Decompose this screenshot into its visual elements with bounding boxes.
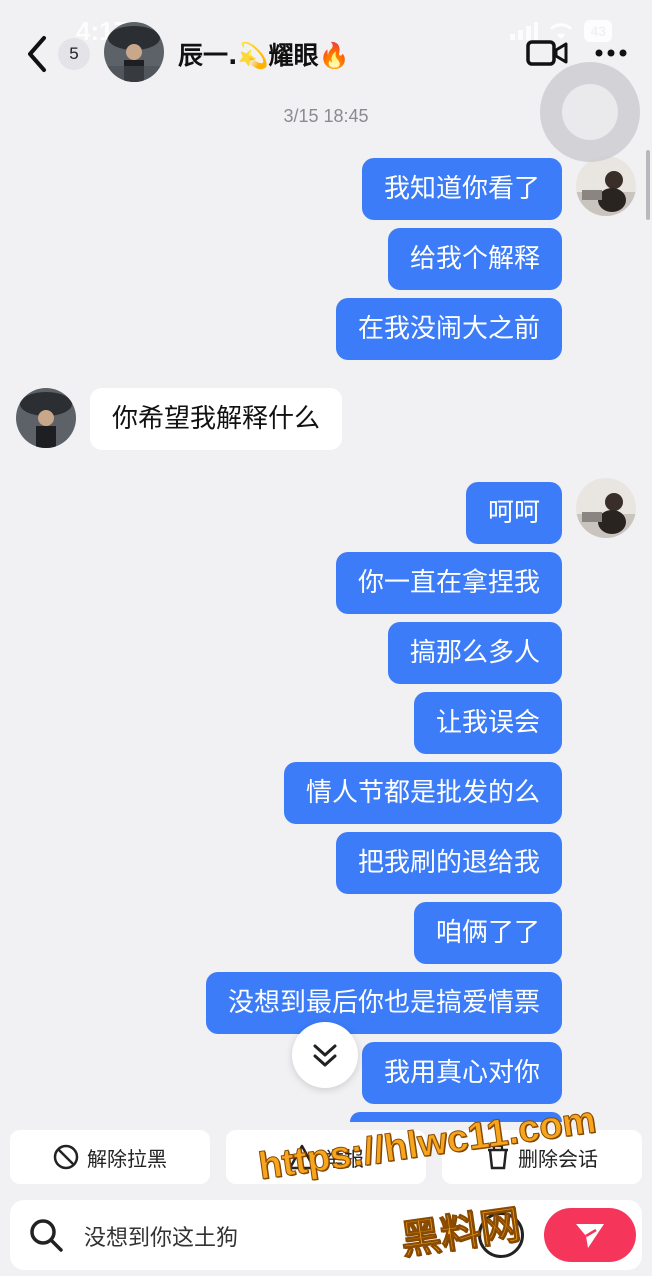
search-icon[interactable] xyxy=(28,1217,64,1253)
outgoing-message[interactable]: 给我个解释 xyxy=(387,228,562,290)
outgoing-message[interactable]: 情人节都是批发的么 xyxy=(283,762,562,824)
unblock-label: 解除拉黑 xyxy=(87,1146,167,1171)
outgoing-message[interactable]: 让我误会 xyxy=(413,692,562,754)
outgoing-message[interactable]: 我知道你看了 xyxy=(361,158,562,220)
send-button[interactable] xyxy=(544,1208,636,1262)
incoming-message[interactable]: 你希望我解释什么 xyxy=(90,388,343,450)
outgoing-message[interactable]: 在我没闹大之前 xyxy=(335,298,562,360)
scrollbar[interactable] xyxy=(646,150,650,220)
outgoing-message[interactable]: 把我刷的退给我 xyxy=(335,832,562,894)
unblock-button[interactable]: 解除拉黑 xyxy=(10,1130,210,1184)
outgoing-message[interactable]: 我用真心对你 xyxy=(361,1042,562,1104)
send-icon xyxy=(576,1224,604,1248)
assistive-touch-button[interactable] xyxy=(540,62,640,162)
contact-avatar-small[interactable] xyxy=(16,388,76,448)
outgoing-message[interactable]: 搞那么多人 xyxy=(387,622,562,684)
back-arrow-icon[interactable] xyxy=(22,34,52,74)
contact-avatar[interactable] xyxy=(104,22,164,82)
message-input-bar[interactable]: 没想到你这土狗 xyxy=(10,1200,642,1270)
outgoing-message[interactable]: 咱俩了了 xyxy=(413,902,562,964)
more-options-icon[interactable] xyxy=(594,48,628,58)
block-icon xyxy=(53,1144,79,1170)
unread-count-badge[interactable]: 5 xyxy=(58,38,90,70)
double-chevron-down-icon xyxy=(313,1044,337,1067)
outgoing-message[interactable]: 呵呵 xyxy=(465,482,562,544)
message-input[interactable]: 没想到你这土狗 xyxy=(84,1220,238,1252)
my-avatar[interactable] xyxy=(576,156,636,216)
video-call-icon[interactable] xyxy=(526,38,568,68)
contact-name[interactable]: 辰一.💫耀眼🔥 xyxy=(178,36,350,72)
scroll-to-bottom-button[interactable] xyxy=(292,1022,358,1088)
my-avatar[interactable] xyxy=(576,478,636,538)
outgoing-message[interactable]: 没想到最后你也是搞爱情票 xyxy=(205,972,562,1034)
outgoing-message[interactable]: 你一直在拿捏我 xyxy=(335,552,562,614)
